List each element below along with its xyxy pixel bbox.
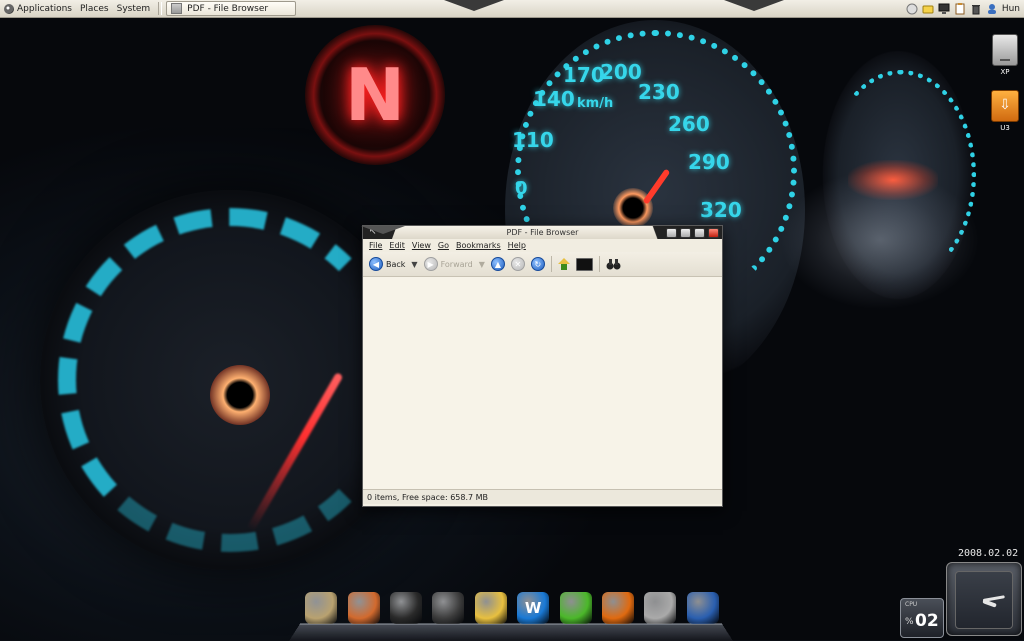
forward-arrow-icon: ▶ [423, 257, 438, 271]
speed-tick-200: 200 [600, 60, 642, 84]
speed-tick-110: 110 [512, 128, 554, 152]
toolbar-separator [598, 256, 600, 272]
dock-notebook-icon[interactable] [389, 592, 422, 624]
taskbar-button-label: PDF - File Browser [187, 3, 269, 14]
search-button[interactable] [606, 258, 621, 270]
window-toolbar: ◀ Back ▼ ▶ Forward ▼ ▲ ✕ ↻ [363, 252, 722, 277]
menu-view[interactable]: View [412, 241, 431, 250]
speed-tick-290: 290 [688, 150, 730, 174]
cpu-monitor-widget: CPU % 02 [900, 598, 944, 638]
dock-shelf [289, 623, 733, 641]
clock-hour-hand [982, 599, 997, 608]
dock-gimp-icon[interactable] [305, 592, 338, 624]
binoculars-icon [606, 259, 621, 270]
panel-separator [158, 2, 163, 15]
dock-thunderbird-icon[interactable] [686, 592, 719, 624]
menu-help[interactable]: Help [508, 241, 526, 250]
usb-drive-icon: ⇩ [991, 90, 1019, 122]
close-button[interactable] [708, 227, 719, 238]
menu-edit[interactable]: Edit [389, 241, 405, 250]
forward-history-dropdown[interactable]: ▼ [479, 260, 485, 269]
stop-button[interactable]: ✕ [510, 257, 525, 271]
hard-drive-icon [992, 34, 1018, 66]
application-dock: W [300, 590, 724, 624]
dock-firefox-icon[interactable] [601, 592, 634, 624]
clipboard-icon[interactable] [954, 2, 966, 15]
forward-button-label: Forward [440, 259, 473, 269]
window-title: PDF - File Browser [506, 228, 579, 237]
dock-palette-icon[interactable] [474, 592, 507, 624]
computer-button[interactable] [575, 257, 593, 271]
places-menu[interactable]: Places [76, 0, 113, 17]
network-icon[interactable] [906, 3, 918, 15]
smoke-effect [780, 170, 980, 310]
menu-go[interactable]: Go [438, 241, 449, 250]
places-menu-label: Places [79, 3, 109, 14]
back-button-label: Back [386, 259, 406, 269]
speed-tick-0: 0 [515, 178, 528, 199]
speed-tick-230: 230 [638, 80, 680, 104]
file-list-area[interactable] [363, 277, 722, 489]
keyring-icon[interactable] [922, 3, 934, 15]
speed-tick-260: 260 [668, 112, 710, 136]
toolbar-separator [550, 256, 552, 272]
clock-face [955, 571, 1013, 629]
applications-menu-label: Applications [17, 3, 72, 14]
dock-robot-icon[interactable] [432, 592, 465, 624]
back-history-dropdown[interactable]: ▼ [411, 260, 417, 269]
status-text: 0 items, Free space: 658.7 MB [367, 492, 489, 502]
shade-button[interactable] [666, 227, 677, 238]
forward-button[interactable]: ▶ Forward [423, 257, 473, 271]
dock-drive-icon[interactable] [644, 592, 677, 624]
dock-word-icon[interactable]: W [517, 592, 550, 624]
file-browser-window: ↖ PDF - File Browser File Edit View Go B… [361, 225, 723, 507]
clock-widget [946, 562, 1022, 636]
user-icon[interactable] [986, 3, 998, 15]
desktop-icon-label: U3 [1000, 124, 1010, 132]
applications-menu[interactable]: Applications [0, 0, 76, 17]
desktop-icon-u3[interactable]: ⇩ U3 [985, 90, 1024, 132]
speed-unit: km/h [577, 96, 614, 111]
system-menu-label: System [116, 3, 151, 14]
window-titlebar[interactable]: ↖ PDF - File Browser [361, 226, 722, 239]
back-button[interactable]: ◀ Back [369, 257, 405, 271]
menu-file[interactable]: File [369, 241, 382, 250]
desktop-icon-xp[interactable]: XP [985, 34, 1024, 76]
minimize-button[interactable] [680, 227, 691, 238]
user-name[interactable]: Hun [1002, 4, 1020, 14]
monitor-icon[interactable] [938, 3, 950, 15]
file-browser-icon [171, 3, 183, 14]
cpu-value: 02 [915, 611, 939, 631]
trash-icon[interactable] [970, 3, 982, 15]
window-menubar: File Edit View Go Bookmarks Help [363, 239, 722, 252]
dock-paint-icon[interactable] [347, 592, 380, 624]
speed-tick-170: 170 [563, 63, 605, 87]
system-tray: Hun [906, 0, 1024, 17]
speed-tick-320: 320 [700, 198, 742, 222]
gnome-foot-icon [4, 3, 14, 14]
back-arrow-icon: ◀ [369, 257, 383, 271]
top-panel: Applications Places System PDF - File Br… [0, 0, 1024, 18]
taskbar-button-file-browser[interactable]: PDF - File Browser [166, 1, 297, 16]
desktop-icon-label: XP [1000, 68, 1010, 76]
menu-bookmarks[interactable]: Bookmarks [456, 241, 501, 250]
gear-letter: N [344, 53, 406, 137]
system-menu[interactable]: System [113, 0, 155, 17]
dock-spreadsheet-icon[interactable] [559, 592, 592, 624]
cpu-label: CPU [905, 601, 918, 608]
maximize-button[interactable] [694, 227, 705, 238]
gear-indicator: N [305, 25, 445, 165]
panel-drawer-handle-left[interactable] [444, 0, 504, 17]
reload-button[interactable]: ↻ [530, 257, 545, 271]
date-widget: 2008.02.02 [958, 548, 1019, 559]
status-bar: 0 items, Free space: 658.7 MB [363, 489, 722, 504]
home-button[interactable] [557, 258, 570, 270]
up-button[interactable]: ▲ [490, 257, 505, 271]
window-controls [635, 226, 722, 239]
panel-drawer-handle-right[interactable] [724, 0, 784, 17]
cpu-percent-sign: % [905, 617, 914, 627]
home-icon [557, 258, 570, 270]
speed-tick-140: 140 [533, 87, 575, 111]
